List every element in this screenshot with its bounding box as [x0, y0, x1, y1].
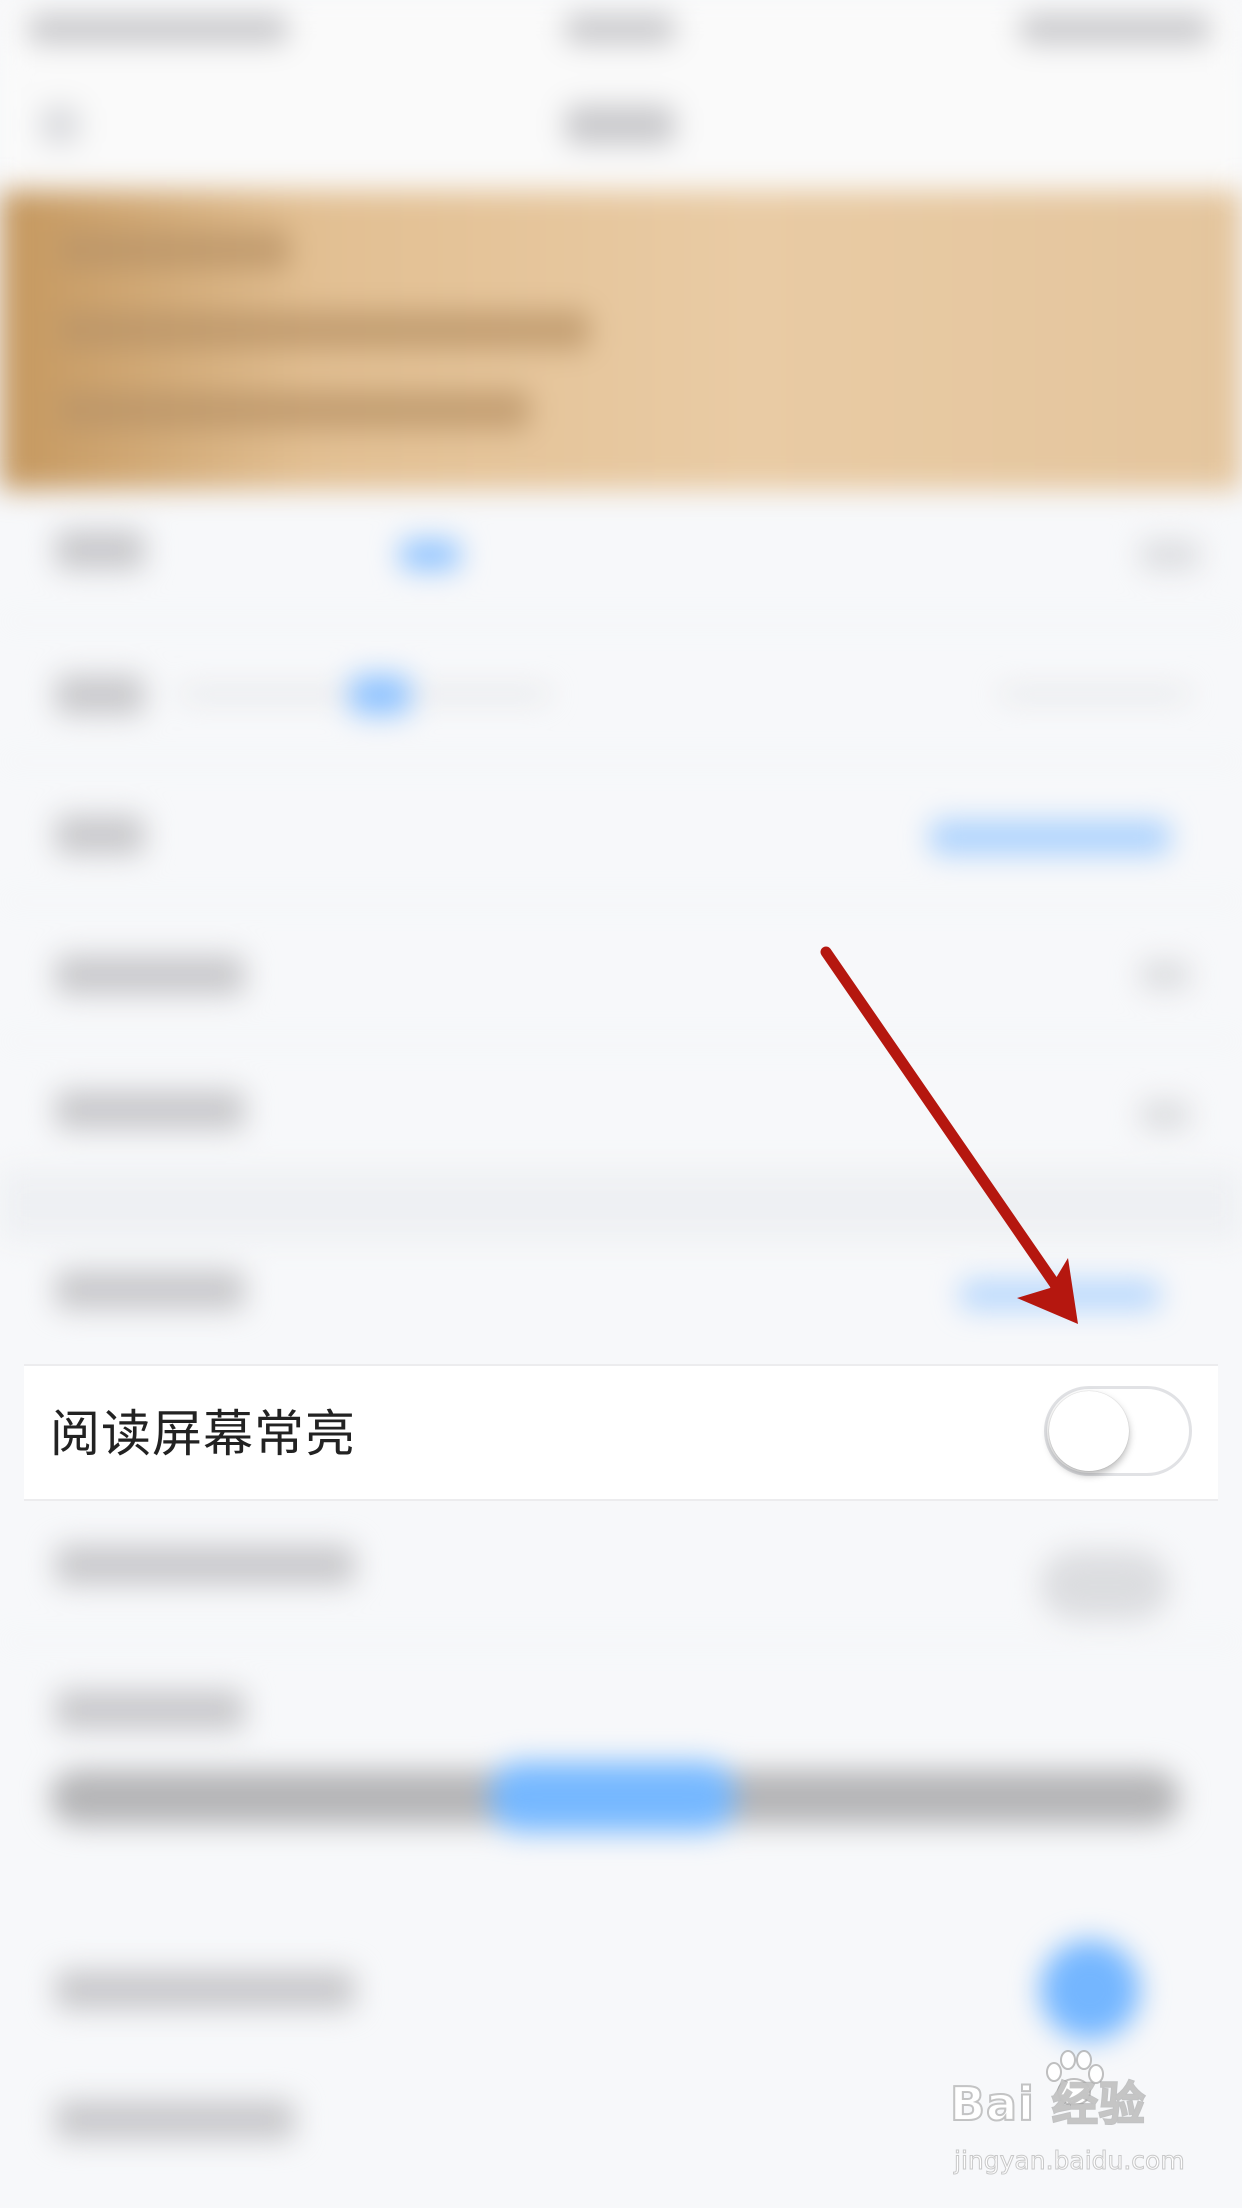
- status-bar: [0, 0, 1242, 60]
- nav-bar: [0, 60, 1242, 190]
- screen: 阅读屏幕常亮 Bai 经验 jingyan.baidu.com: [0, 0, 1242, 2208]
- toggle-on-indicator[interactable]: [1040, 1940, 1140, 2040]
- screen-always-on-toggle[interactable]: [1044, 1386, 1192, 1476]
- promo-banner[interactable]: [0, 190, 1242, 490]
- blurred-background: [0, 0, 1242, 2208]
- toggle-knob[interactable]: [1049, 1391, 1129, 1471]
- watermark-url: jingyan.baidu.com: [954, 2146, 1186, 2176]
- section-gap: [0, 1170, 1242, 1240]
- baidu-watermark: Bai 经验 jingyan.baidu.com: [949, 2050, 1210, 2188]
- settings-row-label: 阅读屏幕常亮: [50, 1405, 356, 1463]
- settings-row-screen-always-on[interactable]: 阅读屏幕常亮: [24, 1364, 1218, 1501]
- watermark-logo: Bai 经验: [949, 2076, 1146, 2132]
- slider-thumb[interactable]: [490, 1762, 735, 1832]
